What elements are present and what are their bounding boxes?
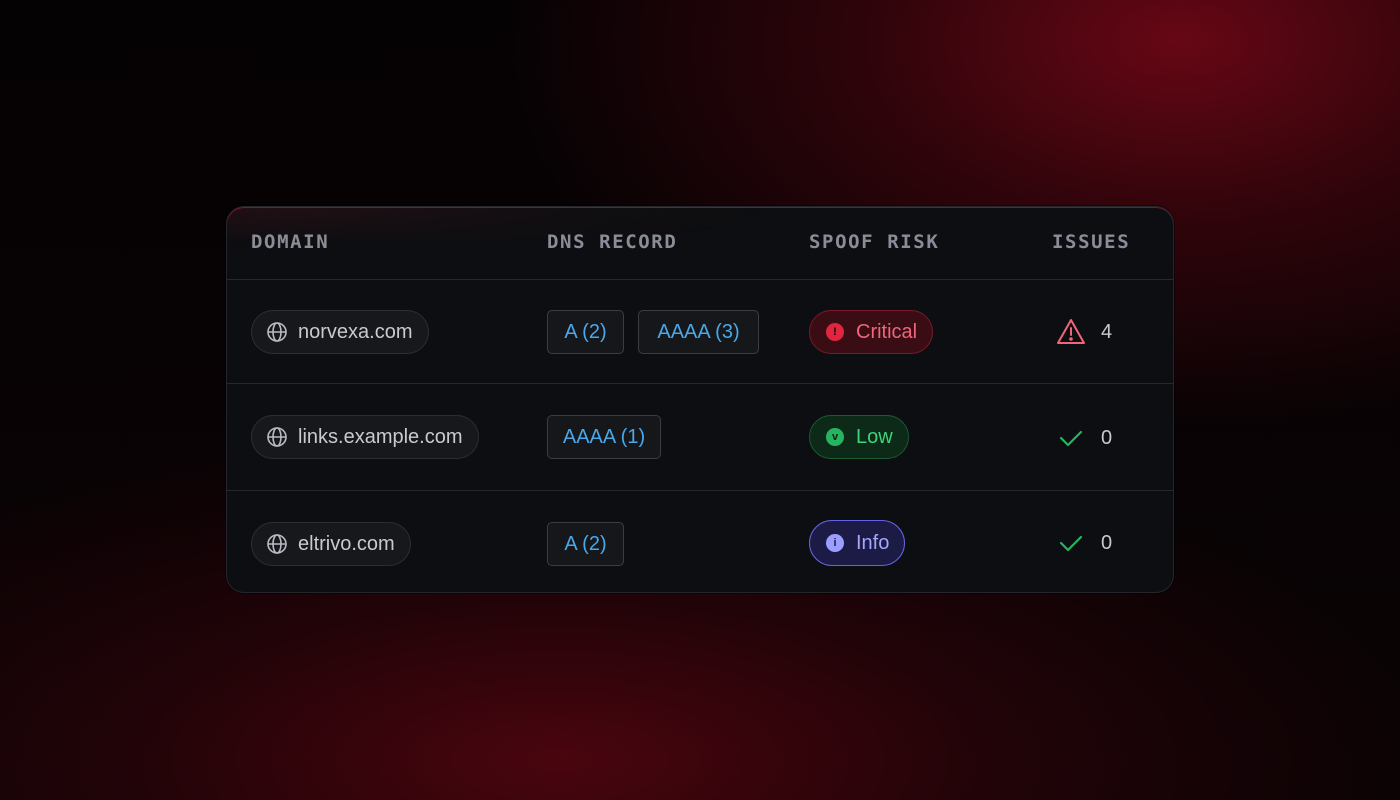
spoof-risk-label: Low xyxy=(856,425,893,448)
issues-cell[interactable]: 0 xyxy=(1055,422,1112,454)
dns-record-badge[interactable]: AAAA (1) xyxy=(547,415,661,459)
globe-icon xyxy=(266,321,288,343)
dns-record-badge[interactable]: A (2) xyxy=(547,310,624,354)
spoof-risk-label: Critical xyxy=(856,320,918,343)
domain-name: eltrivo.com xyxy=(298,532,395,555)
column-header-issues[interactable]: ISSUES xyxy=(1052,231,1130,253)
domain-chip[interactable]: links.example.com xyxy=(251,415,479,459)
domain-chip[interactable]: norvexa.com xyxy=(251,310,429,354)
spoof-risk-badge-critical[interactable]: ! Critical xyxy=(809,310,934,354)
spoof-risk-badge-info[interactable]: i Info xyxy=(809,520,906,566)
issues-count: 0 xyxy=(1101,426,1113,449)
warning-triangle-icon xyxy=(1055,316,1087,348)
checkmark-icon xyxy=(1055,422,1087,454)
alert-dot-icon: ! xyxy=(826,323,844,341)
issues-count: 0 xyxy=(1101,531,1113,554)
issues-count: 4 xyxy=(1101,320,1113,343)
issues-cell[interactable]: 0 xyxy=(1055,527,1112,559)
spoof-risk-badge-low[interactable]: v Low xyxy=(809,415,909,459)
info-dot-icon: i xyxy=(826,534,844,552)
domain-table-card: DOMAIN DNS RECORD SPOOF RISK ISSUES norv… xyxy=(226,206,1174,593)
column-header-spoof-risk[interactable]: SPOOF RISK xyxy=(809,231,939,253)
globe-icon xyxy=(266,426,288,448)
table-row[interactable]: norvexa.com A (2) AAAA (3) ! Critical 4 xyxy=(227,279,1173,384)
dns-record-badge[interactable]: AAAA (3) xyxy=(638,310,759,354)
spoof-risk-label: Info xyxy=(856,531,890,554)
table-row[interactable]: eltrivo.com A (2) i Info 0 xyxy=(227,491,1173,592)
dns-record-badge[interactable]: A (2) xyxy=(547,522,624,566)
column-header-dns-record[interactable]: DNS RECORD xyxy=(547,231,677,253)
column-header-domain[interactable]: DOMAIN xyxy=(251,231,329,253)
globe-icon xyxy=(266,533,288,555)
domain-name: norvexa.com xyxy=(298,320,413,343)
check-dot-icon: v xyxy=(826,428,844,446)
domain-chip[interactable]: eltrivo.com xyxy=(251,522,411,566)
issues-cell[interactable]: 4 xyxy=(1055,316,1112,348)
domain-name: links.example.com xyxy=(298,425,463,448)
checkmark-icon xyxy=(1055,527,1087,559)
table-header: DOMAIN DNS RECORD SPOOF RISK ISSUES xyxy=(227,207,1173,280)
table-row[interactable]: links.example.com AAAA (1) v Low 0 xyxy=(227,384,1173,491)
